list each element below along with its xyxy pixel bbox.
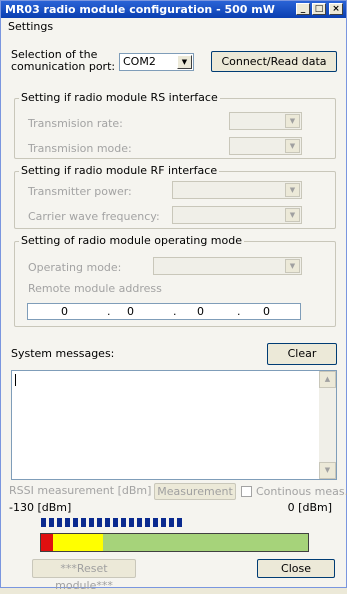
transmission-mode-select[interactable]: ▼	[229, 137, 302, 155]
chevron-down-icon: ▼	[177, 55, 192, 69]
messages-scrollbar[interactable]: ▲ ▼	[319, 371, 336, 479]
rssi-level-segment	[57, 518, 62, 527]
close-button[interactable]: Close	[257, 559, 335, 578]
address-octet-2: 0	[127, 305, 134, 318]
transmission-rate-label: Transmision rate:	[28, 117, 123, 130]
rssi-level-segment	[113, 518, 118, 527]
meter-green-zone	[103, 534, 308, 551]
rssi-level-segment	[169, 518, 174, 527]
reset-module-button[interactable]: ***Reset module***	[32, 559, 136, 592]
port-label-line2: comunication port:	[11, 60, 116, 73]
rssi-level-segment	[145, 518, 150, 527]
transmission-rate-select[interactable]: ▼	[229, 112, 302, 130]
rssi-level-segment	[73, 518, 78, 527]
system-messages-label: System messages:	[11, 347, 115, 360]
maximize-button[interactable]: □	[312, 3, 326, 15]
chevron-down-icon: ▼	[285, 259, 300, 273]
rssi-level-segment	[41, 518, 46, 527]
rssi-max-label: 0 [dBm]	[287, 501, 332, 514]
measurement-button[interactable]: Measurement	[154, 483, 236, 500]
port-select[interactable]: COM2 ▼	[119, 53, 194, 71]
operating-mode-select[interactable]: ▼	[153, 257, 302, 275]
rssi-level-bar	[41, 518, 191, 527]
transmission-mode-label: Transmision mode:	[28, 142, 132, 155]
chevron-down-icon: ▼	[285, 183, 300, 197]
rf-group-caption: Setting if radio module RF interface	[19, 164, 220, 177]
address-octet-3: 0	[197, 305, 204, 318]
rssi-meter	[40, 533, 309, 552]
chevron-down-icon: ▼	[285, 139, 300, 153]
port-select-value: COM2	[123, 55, 156, 68]
menu-bar: Settings	[1, 18, 346, 36]
remote-address-label: Remote module address	[28, 282, 162, 295]
address-octet-4: 0	[263, 305, 270, 318]
rs-group-caption: Setting if radio module RS interface	[19, 91, 220, 104]
rssi-level-segment	[97, 518, 102, 527]
transmitter-power-label: Transmitter power:	[28, 185, 132, 198]
address-dot: .	[107, 305, 111, 318]
transmitter-power-select[interactable]: ▼	[172, 181, 302, 199]
rssi-level-segment	[105, 518, 110, 527]
clear-button[interactable]: Clear	[267, 343, 337, 365]
title-bar[interactable]: MR03 radio module configuration - 500 mW…	[1, 1, 346, 18]
menu-settings[interactable]: Settings	[8, 18, 53, 36]
app-window: MR03 radio module configuration - 500 mW…	[0, 0, 347, 592]
operating-mode-label: Operating mode:	[28, 261, 122, 274]
rssi-level-segment	[153, 518, 158, 527]
remote-address-input[interactable]: 0 . 0 . 0 . 0	[27, 303, 301, 320]
connect-read-button[interactable]: Connect/Read data	[211, 51, 337, 72]
carrier-frequency-select[interactable]: ▼	[172, 206, 302, 224]
rssi-level-segment	[81, 518, 86, 527]
meter-red-zone	[41, 534, 53, 551]
address-octet-1: 0	[61, 305, 68, 318]
scroll-down-icon[interactable]: ▼	[319, 462, 336, 479]
system-messages-textarea[interactable]: ▲ ▼	[11, 370, 337, 480]
close-window-button[interactable]: ×	[329, 3, 343, 15]
rssi-level-segment	[137, 518, 142, 527]
meter-yellow-zone	[53, 534, 103, 551]
rssi-level-segment	[177, 518, 182, 527]
rssi-level-segment	[121, 518, 126, 527]
rssi-level-segment	[129, 518, 134, 527]
scroll-up-icon[interactable]: ▲	[319, 371, 336, 388]
rssi-level-segment	[161, 518, 166, 527]
rssi-level-segment	[65, 518, 70, 527]
rssi-label: RSSI measurement [dBm]	[9, 484, 152, 497]
rssi-level-segment	[89, 518, 94, 527]
address-dot: .	[237, 305, 241, 318]
carrier-frequency-label: Carrier wave frequency:	[28, 210, 160, 223]
rssi-level-segment	[49, 518, 54, 527]
chevron-down-icon: ▼	[285, 208, 300, 222]
continous-measurement-label: Continous meas.	[256, 485, 347, 498]
window-title: MR03 radio module configuration - 500 mW	[5, 3, 275, 16]
address-dot: .	[173, 305, 177, 318]
op-group-caption: Setting of radio module operating mode	[19, 234, 244, 247]
minimize-button[interactable]: _	[296, 3, 310, 15]
text-caret	[15, 374, 16, 386]
chevron-down-icon: ▼	[285, 114, 300, 128]
continous-measurement-checkbox[interactable]	[241, 486, 252, 497]
rssi-min-label: -130 [dBm]	[9, 501, 72, 514]
